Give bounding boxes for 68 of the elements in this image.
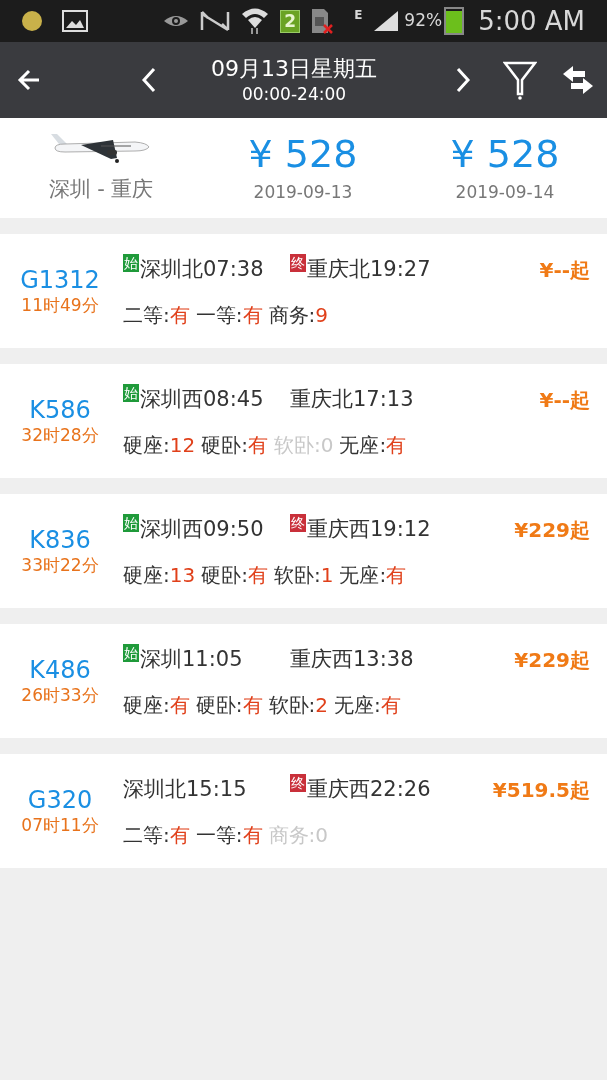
arrival-station: 重庆西19:12	[307, 516, 431, 543]
seat-availability: 商务:9	[268, 301, 328, 329]
travel-duration: 11时49分	[21, 295, 99, 317]
train-number: K486	[29, 655, 91, 686]
time-range: 00:00-24:00	[241, 84, 347, 106]
price-label: ¥--起	[539, 256, 590, 284]
station-badge: 终	[290, 774, 306, 792]
station-badge: 终	[290, 514, 306, 532]
seat-availability: 硬座:13	[123, 561, 196, 589]
seat-availability: 二等:有	[123, 301, 190, 329]
date-title: 09月13日星期五	[211, 54, 377, 83]
travel-duration: 26时33分	[21, 685, 99, 707]
seat-availability: 二等:有	[123, 821, 190, 849]
price-label: ¥229起	[514, 646, 590, 674]
seat-availability: 无座:有	[334, 691, 401, 719]
fare-date: 2019-09-13	[253, 181, 353, 204]
fare-date: 2019-09-14	[455, 181, 555, 204]
station-badge: 始	[123, 644, 139, 662]
price-label: ¥--起	[539, 386, 590, 414]
sim-card-badge: 2	[280, 9, 301, 33]
seat-availability: 硬座:有	[123, 691, 190, 719]
filter-icon[interactable]	[503, 59, 537, 101]
seat-availability: 无座:有	[339, 561, 407, 589]
notification-dot-icon	[22, 11, 42, 31]
seat-availability: 软卧:1	[273, 561, 334, 589]
departure-station: 深圳11:05	[140, 646, 243, 673]
route-label: 深圳 - 重庆	[48, 176, 154, 204]
sim-error-icon	[310, 7, 335, 35]
travel-duration: 07时11分	[21, 815, 99, 837]
train-number: K586	[29, 395, 91, 426]
arrival-station: 重庆西22:26	[307, 776, 431, 803]
train-number: K836	[29, 525, 91, 556]
image-icon	[62, 10, 88, 32]
seat-availability: 硬卧:有	[201, 431, 268, 459]
departure-station: 深圳西08:45	[140, 386, 264, 413]
train-number: G1312	[20, 265, 100, 296]
network-type: E	[354, 6, 363, 24]
signal-icon	[372, 9, 401, 33]
seat-availability: 无座:有	[339, 431, 407, 459]
station-badge: 始	[123, 384, 139, 402]
battery-icon	[444, 7, 465, 35]
station-badge: 始	[123, 514, 139, 532]
seat-availability: 硬卧:有	[195, 691, 263, 719]
next-day-icon[interactable]	[455, 67, 471, 93]
arrival-station: 重庆北17:13	[290, 386, 414, 413]
departure-station: 深圳北15:15	[123, 776, 247, 803]
station-badge: 始	[123, 254, 139, 272]
clock: 5:00 AM	[478, 4, 585, 38]
price-label: ¥519.5起	[492, 776, 590, 804]
wifi-icon	[240, 6, 271, 36]
seat-availability: 一等:有	[195, 301, 263, 329]
airplane-icon	[51, 132, 151, 165]
battery-percent: 92%	[404, 9, 443, 33]
departure-station: 深圳西09:50	[140, 516, 264, 543]
train-number: G320	[27, 785, 93, 816]
departure-station: 深圳北07:38	[140, 256, 264, 283]
seat-availability: 软卧:2	[268, 691, 328, 719]
seat-availability: 硬座:12	[123, 431, 196, 459]
seat-availability: 硬卧:有	[201, 561, 268, 589]
price-label: ¥229起	[514, 516, 590, 544]
swap-icon[interactable]	[561, 64, 595, 96]
arrival-station: 重庆西13:38	[290, 646, 414, 673]
travel-duration: 32时28分	[21, 425, 99, 447]
arrival-station: 重庆北19:27	[307, 256, 431, 283]
seat-availability: 一等:有	[195, 821, 263, 849]
station-badge: 终	[290, 254, 306, 272]
previous-day-icon[interactable]	[141, 67, 157, 93]
travel-duration: 33时22分	[21, 555, 99, 577]
